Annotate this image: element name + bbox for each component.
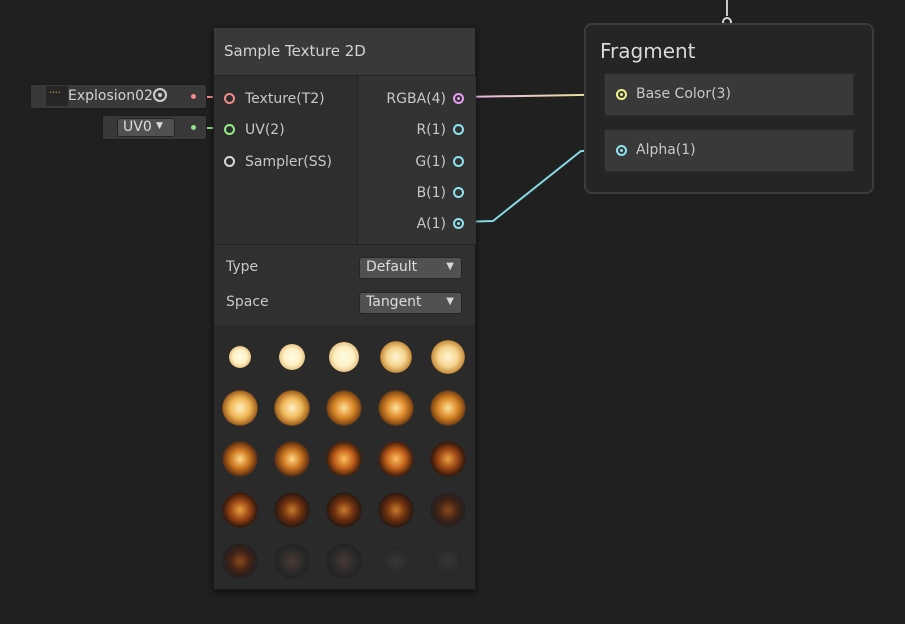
flipbook-frame: [229, 346, 251, 368]
flipbook-frame: [326, 390, 362, 426]
alpha-field[interactable]: Alpha(1): [604, 129, 854, 172]
uv-value: UV0: [123, 119, 152, 135]
uv-inline-port-icon: [191, 125, 196, 130]
flipbook-frame: [222, 543, 258, 579]
port-ring-icon[interactable]: [453, 93, 464, 104]
space-value: Tangent: [366, 294, 422, 310]
object-picker-icon[interactable]: [153, 88, 167, 102]
texture-preview: [214, 325, 475, 589]
chevron-down-icon: ▼: [446, 261, 454, 272]
port-label: UV(2): [245, 122, 285, 138]
flipbook-frame: [222, 492, 258, 528]
fragment-title: Fragment: [600, 39, 696, 63]
port-ring-icon[interactable]: [224, 124, 235, 135]
port-ring-icon[interactable]: [453, 218, 464, 229]
flipbook-frame: [326, 543, 362, 579]
flipbook-frame: [279, 344, 305, 370]
flipbook-frame: [274, 543, 310, 579]
chevron-down-icon: ▼: [156, 121, 163, 131]
flipbook-frame: [329, 342, 359, 372]
alpha-label: Alpha(1): [636, 142, 696, 158]
output-ports: RGBA(4) R(1) G(1) B(1) A(1): [357, 76, 476, 244]
flipbook-frame: [222, 390, 258, 426]
texture-inline-port-icon: [191, 94, 196, 99]
port-label: A(1): [416, 216, 446, 232]
type-value: Default: [366, 259, 418, 275]
flipbook-frame: [326, 492, 362, 528]
port-label: Texture(T2): [245, 91, 325, 107]
texture-value: Explosion02: [68, 88, 153, 104]
texture-inline-input[interactable]: •••• Explosion02: [31, 85, 206, 108]
flipbook-frame: [274, 492, 310, 528]
flipbook-frame: [222, 441, 258, 477]
port-ring-icon[interactable]: [453, 156, 464, 167]
chevron-down-icon: ▼: [446, 296, 454, 307]
port-ring-icon[interactable]: [453, 187, 464, 198]
flipbook-frame: [430, 441, 466, 477]
fragment-block[interactable]: Fragment Base Color(3) Alpha(1): [584, 23, 874, 194]
port-label: B(1): [416, 185, 446, 201]
flipbook-frame: [378, 543, 414, 579]
space-dropdown[interactable]: Tangent ▼: [359, 292, 462, 314]
flipbook-frame: [326, 441, 362, 477]
type-label: Type: [226, 259, 259, 275]
sample-texture-2d-node[interactable]: Sample Texture 2D Texture(T2) UV(2) Samp…: [213, 27, 476, 590]
input-ports: Texture(T2) UV(2) Sampler(SS): [214, 76, 356, 244]
flipbook-frame: [380, 341, 412, 373]
node-title: Sample Texture 2D: [224, 42, 366, 60]
type-dropdown[interactable]: Default ▼: [359, 257, 462, 279]
flipbook-frame: [378, 390, 414, 426]
base-color-label: Base Color(3): [636, 86, 731, 102]
port-label: R(1): [416, 122, 446, 138]
flipbook-frame: [430, 543, 466, 579]
port-label: Sampler(SS): [245, 154, 332, 170]
flipbook-frame: [274, 441, 310, 477]
base-color-port-icon[interactable]: [616, 89, 627, 100]
texture-thumbnail: ••••: [46, 86, 68, 106]
uv-inline-input[interactable]: UV0 ▼: [103, 116, 206, 139]
flipbook-frame: [378, 492, 414, 528]
base-color-field[interactable]: Base Color(3): [604, 73, 854, 116]
flipbook-frame: [378, 441, 414, 477]
flipbook-frame: [430, 492, 466, 528]
flipbook-frame: [430, 390, 466, 426]
flipbook-frame: [274, 390, 310, 426]
space-label: Space: [226, 294, 269, 310]
port-ring-icon[interactable]: [453, 124, 464, 135]
port-ring-icon[interactable]: [224, 156, 235, 167]
flipbook-frame: [431, 340, 465, 374]
node-settings: Type Default ▼ Space Tangent ▼: [214, 244, 475, 326]
node-header[interactable]: Sample Texture 2D: [214, 28, 475, 76]
port-label: RGBA(4): [386, 91, 446, 107]
alpha-port-icon[interactable]: [616, 145, 627, 156]
port-ring-icon[interactable]: [224, 93, 235, 104]
port-label: G(1): [415, 154, 446, 170]
uv-dropdown[interactable]: UV0 ▼: [117, 118, 175, 137]
texture-thumb-label: ••••: [49, 90, 61, 96]
